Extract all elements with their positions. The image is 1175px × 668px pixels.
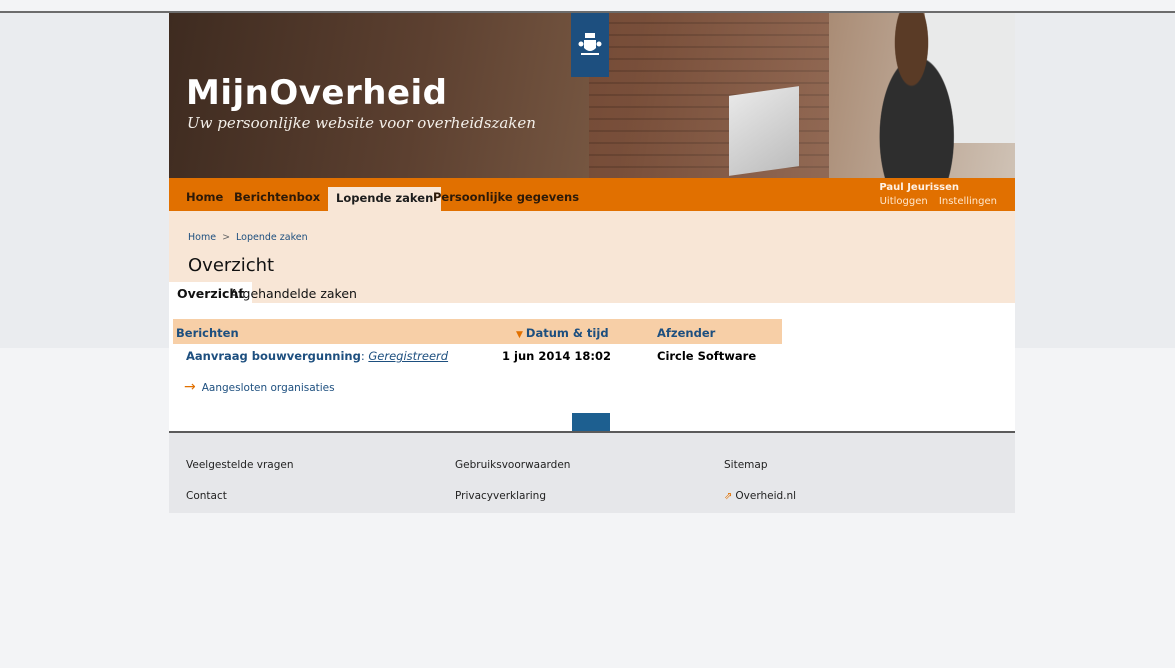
column-header-datum-label: Datum & tijd: [525, 326, 609, 340]
user-name: Paul Jeurissen: [879, 182, 959, 193]
nav-item-home[interactable]: Home: [186, 190, 223, 204]
breadcrumb-current[interactable]: Lopende zaken: [236, 232, 308, 243]
breadcrumb-home[interactable]: Home: [188, 232, 216, 243]
message-sender: Circle Software: [657, 349, 757, 363]
message-separator: :: [360, 349, 365, 363]
column-header-datum[interactable]: ▼ Datum & tijd: [516, 326, 609, 340]
message-date: 1 jun 2014 18:02: [502, 349, 611, 363]
banner-laptop: [729, 86, 799, 176]
header-banner: MijnOverheid Uw persoonlijke website voo…: [169, 13, 1015, 178]
table-header: Berichten ▼ Datum & tijd Afzender: [173, 319, 782, 344]
page-title: Overzicht: [188, 255, 275, 276]
page: MijnOverheid Uw persoonlijke website voo…: [169, 13, 1015, 513]
nav-item-persoonlijke-gegevens[interactable]: Persoonlijke gegevens: [433, 190, 579, 204]
message-subject-link[interactable]: Aanvraag bouwvergunning: [186, 349, 361, 363]
column-header-berichten[interactable]: Berichten: [176, 326, 239, 340]
breadcrumb-separator: >: [222, 232, 231, 243]
scroll-handle[interactable]: [572, 413, 610, 431]
column-header-afzender[interactable]: Afzender: [657, 326, 715, 340]
footer-link-sitemap[interactable]: Sitemap: [724, 459, 768, 471]
royal-coat-of-arms-icon: [571, 13, 609, 77]
user-links: Uitloggen Instellingen: [872, 196, 997, 207]
footer-link-terms[interactable]: Gebruiksvoorwaarden: [455, 459, 570, 471]
footer-link-privacy[interactable]: Privacyverklaring: [455, 490, 546, 502]
footer-link-faq[interactable]: Veelgestelde vragen: [186, 459, 294, 471]
tab-afgehandelde-zaken[interactable]: Afgehandelde zaken: [230, 282, 357, 303]
external-link-icon: ⇗: [724, 491, 733, 502]
site-title: MijnOverheid: [186, 73, 448, 113]
nav-item-lopende-zaken[interactable]: Lopende zaken: [328, 187, 442, 211]
main-navigation: Home Berichtenbox Lopende zaken Persoonl…: [169, 178, 1015, 211]
triangle-down-icon: ▼: [516, 330, 523, 340]
main-content: Berichten ▼ Datum & tijd Afzender Aanvraa…: [169, 303, 1015, 431]
page-header-panel: Home > Lopende zaken Overzicht Overzicht A…: [169, 211, 1015, 303]
footer: Veelgestelde vragen Contact Gebruiksvoor…: [169, 431, 1015, 513]
footer-link-overheid-label: Overheid.nl: [735, 490, 797, 502]
footer-link-contact[interactable]: Contact: [186, 490, 227, 502]
connected-organisations-label: Aangesloten organisaties: [201, 382, 335, 394]
logout-link[interactable]: Uitloggen: [880, 196, 928, 207]
site-subtitle: Uw persoonlijke website voor overheidsza…: [187, 114, 536, 132]
settings-link[interactable]: Instellingen: [939, 196, 997, 207]
table-row[interactable]: Aanvraag bouwvergunning: Geregistreerd 1…: [173, 347, 782, 367]
banner-person-photo: [859, 13, 964, 178]
message-cell: Aanvraag bouwvergunning: Geregistreerd: [186, 349, 448, 363]
footer-link-overheid[interactable]: ⇗ Overheid.nl: [724, 490, 796, 502]
arrow-right-icon: →: [184, 379, 196, 395]
nav-item-berichtenbox[interactable]: Berichtenbox: [234, 190, 320, 204]
message-status[interactable]: Geregistreerd: [368, 349, 448, 363]
breadcrumb: Home > Lopende zaken: [188, 232, 308, 243]
connected-organisations-link[interactable]: → Aangesloten organisaties: [184, 379, 335, 395]
